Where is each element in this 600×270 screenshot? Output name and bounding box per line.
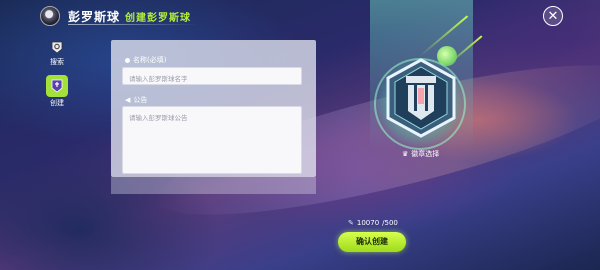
app-logo — [40, 6, 60, 26]
required-dot-icon — [125, 57, 130, 63]
sidebar-item-label: 搜索 — [50, 58, 64, 66]
emblem-icon — [386, 58, 456, 138]
page-subtitle: 创建彭罗斯球 — [125, 13, 191, 24]
form-panel-footer — [111, 177, 316, 194]
cost-required: /500 — [382, 219, 398, 227]
emblem-caption-text: 徽章选择 — [411, 150, 440, 158]
crown-icon: ♛ — [402, 150, 409, 158]
speaker-icon: ◀ — [125, 96, 131, 104]
title-underline — [68, 24, 198, 25]
name-label-text: 名称(必填) — [133, 56, 167, 64]
emblem-badge[interactable] — [384, 58, 458, 138]
feather-icon: ✎ — [348, 219, 354, 227]
name-input[interactable]: 请输入彭罗斯球名字 — [122, 67, 302, 85]
notice-field-label: ◀ 公告 — [125, 95, 147, 105]
sidebar-item-label: 创建 — [50, 99, 64, 107]
cost-counter: ✎ 10070/500 — [348, 219, 398, 227]
emblem-select[interactable]: ♛ 徽章选择 — [402, 149, 439, 159]
name-field-label: 名称(必填) — [125, 55, 166, 65]
notice-label-text: 公告 — [133, 96, 148, 104]
sidebar-item-create[interactable]: 创建 — [43, 75, 71, 108]
top-bar: 彭罗斯球 创建彭罗斯球 ✕ — [0, 0, 600, 32]
close-icon: ✕ — [547, 8, 559, 24]
sidebar-item-search[interactable]: 搜索 — [43, 38, 71, 67]
close-button[interactable]: ✕ — [543, 6, 563, 26]
page-title: 彭罗斯球 — [68, 10, 121, 24]
confirm-create-button[interactable]: 确认创建 — [338, 232, 406, 252]
create-icon — [46, 75, 68, 97]
notice-textarea[interactable]: 请输入彭罗斯球公告 — [122, 106, 302, 174]
cost-value: 10070 — [356, 219, 380, 227]
search-icon — [48, 38, 66, 56]
